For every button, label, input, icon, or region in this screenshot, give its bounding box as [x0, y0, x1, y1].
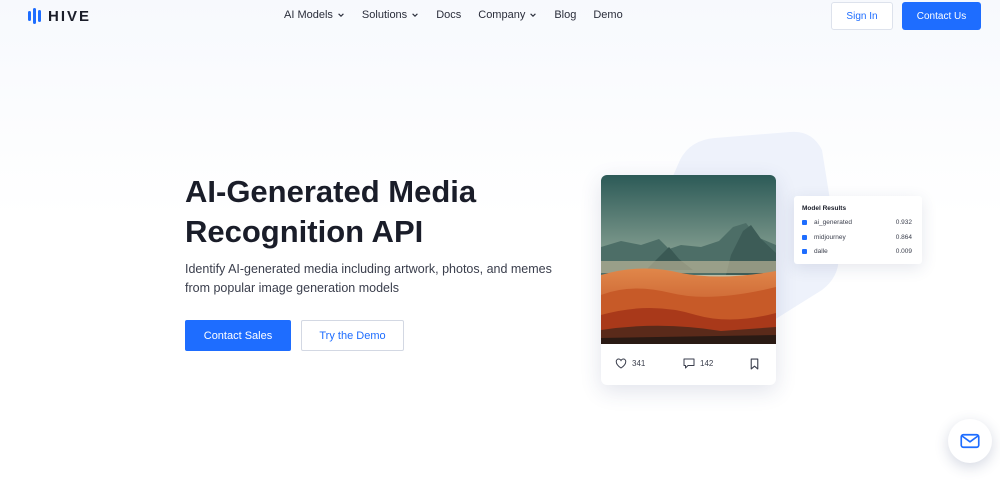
like-action[interactable]: 341 — [615, 358, 645, 369]
comment-icon — [683, 358, 695, 369]
heart-icon — [615, 358, 627, 369]
menu-item-blog[interactable]: Blog — [554, 9, 576, 21]
hive-logo-icon — [28, 8, 41, 24]
like-count: 341 — [632, 359, 646, 368]
main-menu: AI Models Solutions Docs Company Blog De… — [284, 9, 623, 21]
menu-item-company[interactable]: Company — [478, 9, 537, 21]
bookmark-icon — [750, 358, 759, 370]
model-results-card: Model Results ai_generated 0.932 midjour… — [794, 196, 922, 264]
chat-launcher-button[interactable] — [948, 419, 992, 463]
hive-logo[interactable]: HIVE — [28, 7, 91, 25]
result-row: dalle 0.009 — [802, 247, 912, 255]
save-action[interactable] — [750, 358, 759, 370]
top-navigation: HIVE AI Models Solutions Docs Company Bl… — [0, 0, 1000, 32]
menu-item-ai-models[interactable]: AI Models — [284, 9, 345, 21]
social-post-card: 341 142 — [601, 175, 776, 385]
contact-sales-button[interactable]: Contact Sales — [185, 320, 291, 351]
comment-count: 142 — [700, 359, 714, 368]
result-row: midjourney 0.864 — [802, 233, 912, 241]
mail-icon — [960, 433, 980, 449]
menu-item-docs[interactable]: Docs — [436, 9, 461, 21]
result-bullet — [802, 234, 807, 240]
hero-title: AI-Generated Media Recognition API — [185, 174, 477, 249]
chevron-down-icon — [530, 13, 537, 17]
result-bullet — [802, 219, 807, 225]
result-bullet — [802, 248, 807, 254]
menu-item-solutions[interactable]: Solutions — [362, 9, 419, 21]
menu-item-demo[interactable]: Demo — [593, 9, 622, 21]
logo-text: HIVE — [48, 7, 92, 25]
post-actions-bar: 341 142 — [601, 353, 776, 375]
hero-subtitle: Identify AI-generated media including ar… — [185, 262, 552, 295]
try-demo-button[interactable]: Try the Demo — [301, 320, 404, 351]
chevron-down-icon — [338, 13, 344, 17]
contact-us-button[interactable]: Contact Us — [902, 2, 981, 30]
chevron-down-icon — [412, 13, 418, 17]
model-results-title: Model Results — [802, 205, 847, 212]
sign-in-button[interactable]: Sign In — [831, 2, 893, 30]
ai-generated-desert-image — [601, 175, 776, 344]
result-row: ai_generated 0.932 — [802, 218, 912, 226]
comment-action[interactable]: 142 — [683, 358, 713, 369]
